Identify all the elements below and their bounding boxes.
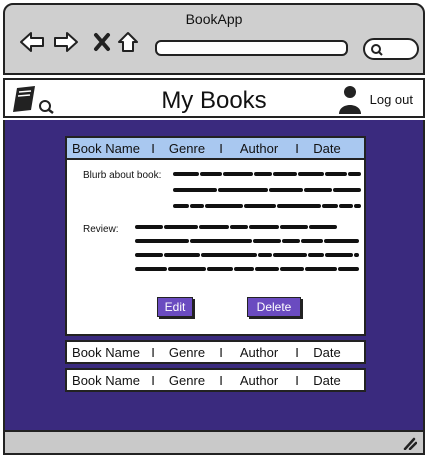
user-area: Log out bbox=[338, 84, 413, 114]
address-bar[interactable] bbox=[155, 40, 348, 56]
home-icon[interactable] bbox=[113, 27, 143, 57]
search-icon bbox=[371, 44, 383, 56]
column-separator: I bbox=[151, 140, 155, 156]
column-separator: I bbox=[219, 344, 223, 360]
book-date: Date bbox=[313, 140, 341, 156]
app-header: My Books Log out bbox=[3, 78, 425, 118]
forward-arrow-icon[interactable] bbox=[51, 27, 81, 57]
column-separator: I bbox=[219, 140, 223, 156]
book-date: Date bbox=[313, 344, 341, 360]
review-label: Review: bbox=[83, 224, 119, 235]
column-separator: I bbox=[295, 140, 299, 156]
book-date: Date bbox=[313, 372, 341, 388]
back-arrow-icon[interactable] bbox=[17, 27, 47, 57]
blurb-label: Blurb about book: bbox=[83, 170, 162, 181]
book-author: Author bbox=[239, 344, 279, 360]
book-author: Author bbox=[239, 140, 279, 156]
book-genre: Genre bbox=[168, 140, 206, 156]
book-row[interactable]: Book Name I Genre I Author I Date bbox=[65, 368, 366, 392]
window-title: BookApp bbox=[185, 11, 243, 27]
book-row[interactable]: Book Name I Genre I Author I Date bbox=[65, 340, 366, 364]
book-detail-panel: Blurb about book: Review: Edit Delete bbox=[65, 160, 366, 336]
delete-button[interactable]: Delete bbox=[247, 297, 301, 317]
column-separator: I bbox=[219, 372, 223, 388]
column-separator: I bbox=[295, 372, 299, 388]
book-list: Book Name I Genre I Author I Date Blurb … bbox=[65, 136, 366, 392]
browser-search-box[interactable] bbox=[363, 38, 419, 60]
book-row[interactable]: Book Name I Genre I Author I Date bbox=[65, 136, 366, 160]
book-genre: Genre bbox=[168, 344, 206, 360]
column-separator: I bbox=[151, 372, 155, 388]
resize-grip-icon[interactable] bbox=[401, 436, 417, 450]
user-icon bbox=[338, 86, 361, 114]
main-content: Book Name I Genre I Author I Date Blurb … bbox=[3, 120, 425, 430]
book-name: Book Name bbox=[72, 344, 140, 360]
book-name: Book Name bbox=[72, 140, 140, 156]
edit-button[interactable]: Edit bbox=[157, 297, 193, 317]
blurb-text-placeholder bbox=[173, 172, 361, 208]
book-author: Author bbox=[239, 372, 279, 388]
column-separator: I bbox=[151, 344, 155, 360]
column-separator: I bbox=[295, 344, 299, 360]
review-text-placeholder bbox=[135, 225, 359, 271]
status-bar bbox=[3, 430, 425, 455]
browser-chrome: BookApp bbox=[3, 3, 425, 75]
book-genre: Genre bbox=[168, 372, 206, 388]
logout-link[interactable]: Log out bbox=[370, 92, 413, 107]
book-name: Book Name bbox=[72, 372, 140, 388]
